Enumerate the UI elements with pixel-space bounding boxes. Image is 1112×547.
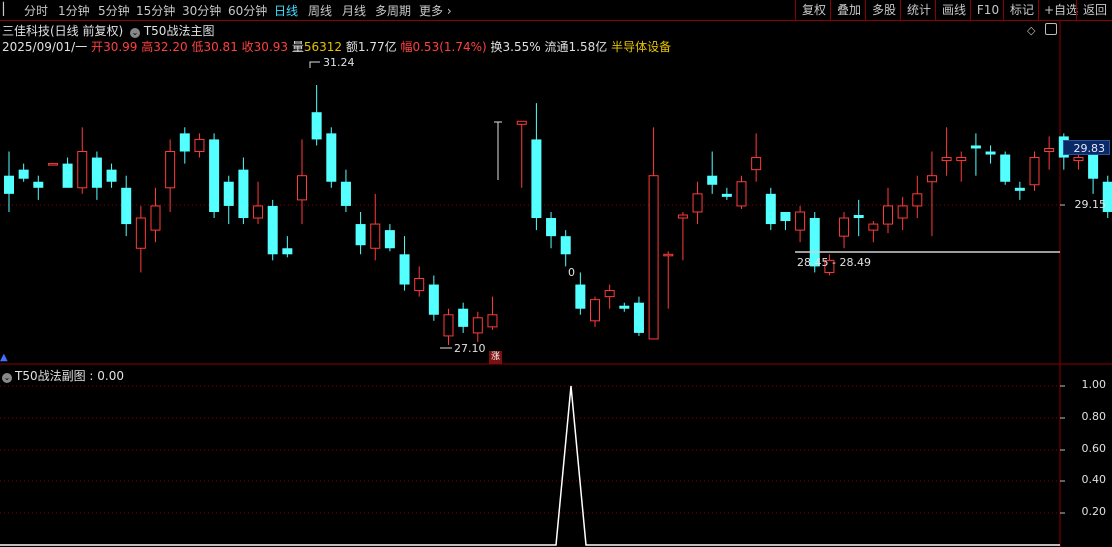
sub-indicator-line <box>0 385 1060 546</box>
candle-body-62 <box>912 193 923 207</box>
candle-body-40 <box>590 299 600 322</box>
candle-body-21 <box>311 112 322 140</box>
candle-body-8 <box>121 187 132 225</box>
sub-indicator-dropdown-icon[interactable]: ⌄ <box>2 373 12 383</box>
candle-body-31 <box>458 308 469 327</box>
candle-body-16 <box>238 169 249 219</box>
candle-body-0 <box>4 175 14 194</box>
candle-body-52 <box>765 193 776 225</box>
candle-body-29 <box>428 284 439 315</box>
candle-body-49 <box>721 193 732 197</box>
candle-body-15 <box>223 181 234 206</box>
candle-body-70 <box>1029 157 1040 186</box>
candle-body-18 <box>267 205 278 255</box>
high-mark-label: 31.24 <box>323 56 355 69</box>
current-price-tag: 29.83 <box>1063 140 1110 155</box>
candle-body-57 <box>839 217 850 237</box>
candle-body-12 <box>179 133 190 152</box>
zero-mark-label: 0 <box>568 266 575 279</box>
candle-body-63 <box>926 175 937 183</box>
range-mark-label: 28.45 - 28.49 <box>797 256 871 269</box>
candle-body-47 <box>692 193 703 213</box>
candle-body-50 <box>736 181 747 207</box>
candle-body-64 <box>941 157 952 162</box>
candle-body-33 <box>487 314 498 328</box>
candle-body-53 <box>780 211 791 222</box>
candle-body-54 <box>795 211 806 231</box>
high-arrow <box>309 61 320 68</box>
candle-body-43 <box>633 302 644 333</box>
candle-body-61 <box>897 205 908 219</box>
candle-body-13 <box>194 138 205 153</box>
sub-tick-1: 1.00 <box>1081 378 1107 391</box>
candle-body-9 <box>135 217 146 249</box>
candle-body-42 <box>619 305 630 309</box>
candle-body-36 <box>531 139 542 219</box>
candle-body-71 <box>1044 147 1055 153</box>
candle-body-69 <box>1014 187 1025 191</box>
candle-body-27 <box>399 254 410 285</box>
candle-body-22 <box>326 133 337 182</box>
kline-chart[interactable] <box>0 0 1112 547</box>
candle-body-24 <box>355 224 366 246</box>
candle-body-38 <box>560 236 571 255</box>
candle-body-48 <box>707 175 718 185</box>
candle-body-3 <box>47 163 58 166</box>
sub-tick-2: 0.80 <box>1081 410 1107 423</box>
candle-body-7 <box>106 169 117 182</box>
sub-tick-5: 0.20 <box>1081 505 1107 518</box>
marker-up-icon: ▲ <box>0 352 8 363</box>
candle-body-11 <box>165 151 176 189</box>
candle-body-60 <box>883 205 893 225</box>
candle-body-6 <box>91 157 102 188</box>
candle-body-23 <box>340 181 351 206</box>
sub-tick-4: 0.40 <box>1081 473 1107 486</box>
candle-body-66 <box>970 145 981 149</box>
candle-body-26 <box>384 230 395 249</box>
candle-body-37 <box>546 218 557 237</box>
candle-body-4 <box>62 163 73 188</box>
candle-body-25 <box>370 223 381 249</box>
candle-body-28 <box>414 277 425 292</box>
candle-body-73 <box>1073 157 1084 162</box>
candle-body-19 <box>282 248 293 255</box>
candle-body-32 <box>472 317 483 334</box>
candle-body-39 <box>575 284 586 309</box>
candle-body-5 <box>77 151 88 189</box>
axis-mid-price: 29.15 <box>1074 198 1107 211</box>
sub-indicator-title: ⌄ T50战法副图 : 0.00 <box>2 369 124 383</box>
limit-up-badge: 涨 <box>489 351 502 364</box>
candle-body-35 <box>516 120 527 125</box>
low-mark-label: 27.10 <box>454 342 486 355</box>
candle-body-14 <box>209 139 220 212</box>
candle-body-58 <box>853 215 864 219</box>
candle-body-41 <box>604 290 615 298</box>
candle-body-30 <box>443 314 454 337</box>
candle-body-44 <box>648 175 659 340</box>
candle-body-2 <box>33 181 44 188</box>
candle-body-65 <box>956 157 967 162</box>
candle-body-51 <box>751 157 762 171</box>
candle-body-20 <box>297 175 307 201</box>
candle-body-74 <box>1088 154 1099 179</box>
candle-body-10 <box>150 205 161 231</box>
candle-body-45 <box>663 253 674 257</box>
candle-body-68 <box>1000 154 1011 182</box>
candle-body-46 <box>677 214 688 219</box>
candle-body-17 <box>253 205 264 219</box>
candle-body-67 <box>985 151 996 155</box>
candle-body-1 <box>18 169 29 179</box>
sub-tick-3: 0.60 <box>1081 442 1107 455</box>
candle-body-59 <box>868 223 879 231</box>
